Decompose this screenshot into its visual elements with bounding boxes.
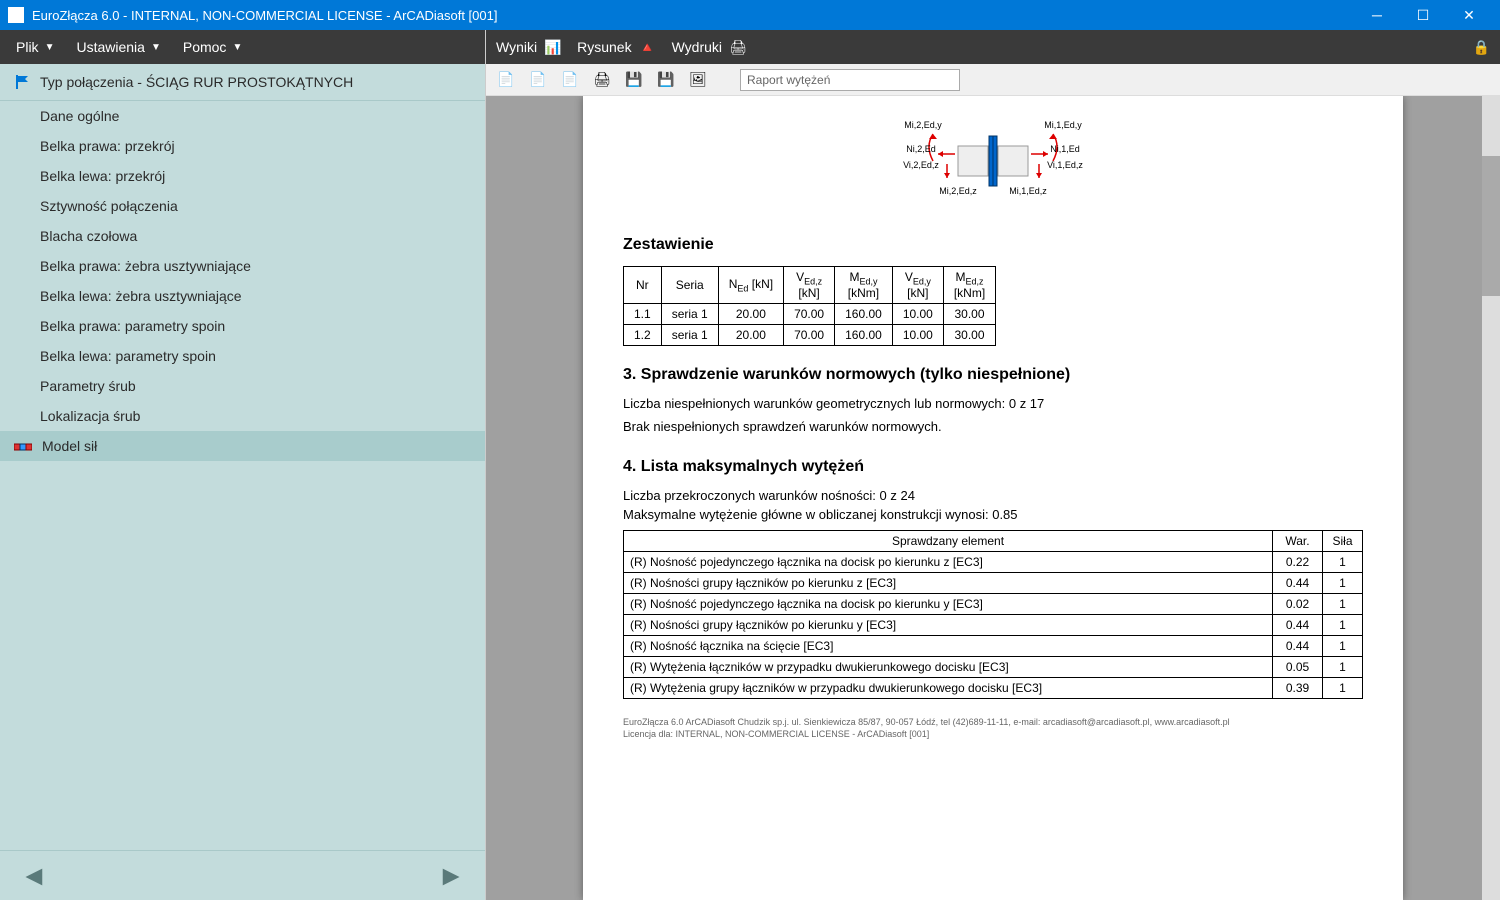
save-pdf-icon[interactable]: 💾 — [656, 70, 676, 90]
table-row: 1.2seria 120.0070.00160.0010.0030.00 — [624, 325, 996, 346]
svg-text:Mi,2,Ed,z: Mi,2,Ed,z — [939, 186, 977, 196]
document-viewport[interactable]: Mi,2,Ed,y Ni,2,Ed Vi,2,Ed,z Mi,2,Ed,z Mi… — [486, 96, 1500, 900]
table-row: (R) Nośności grupy łączników po kierunku… — [624, 615, 1363, 636]
table-row: (R) Nośności grupy łączników po kierunku… — [624, 573, 1363, 594]
sidebar-tree: Typ połączenia - ŚCIĄG RUR PROSTOKĄTNYCH… — [0, 64, 485, 850]
tree-item[interactable]: Belka prawa: przekrój — [0, 131, 485, 161]
table-row: (R) Nośność pojedynczego łącznika na doc… — [624, 594, 1363, 615]
page-footer: EuroZłącza 6.0 ArCADiasoft Chudzik sp.j.… — [623, 717, 1363, 740]
image-icon[interactable]: 🖼 — [688, 70, 708, 90]
wydruki-icon: 🖨 — [730, 39, 746, 55]
table-row: (R) Nośność pojedynczego łącznika na doc… — [624, 552, 1363, 573]
main-menu: Wyniki📊 Rysunek🔺 Wydruki🖨 🔒 — [486, 30, 1500, 64]
rysunek-icon: 🔺 — [640, 39, 656, 55]
menu-pomoc[interactable]: Pomoc▼ — [177, 39, 248, 55]
app-icon — [8, 7, 24, 23]
tree-header[interactable]: Typ połączenia - ŚCIĄG RUR PROSTOKĄTNYCH — [0, 64, 485, 101]
model-icon — [14, 440, 32, 452]
menu-wyniki[interactable]: Wyniki📊 — [496, 39, 561, 55]
tree-item[interactable]: Sztywność połączenia — [0, 191, 485, 221]
section4-title: 4. Lista maksymalnych wytężeń — [623, 458, 1363, 476]
new-doc-icon[interactable]: 📄 — [496, 70, 516, 90]
tree-item-selected[interactable]: Model sił — [0, 431, 485, 461]
tree-header-label: Typ połączenia - ŚCIĄG RUR PROSTOKĄTNYCH — [40, 74, 353, 90]
tree-item[interactable]: Dane ogólne — [0, 101, 485, 131]
tree-item[interactable]: Belka lewa: parametry spoin — [0, 341, 485, 371]
svg-text:Mi,1,Ed,y: Mi,1,Ed,y — [1044, 120, 1082, 130]
close-button[interactable]: ✕ — [1446, 0, 1492, 30]
lock-icon[interactable]: 🔒 — [1473, 39, 1490, 56]
sidebar-nav: ◄ ► — [0, 850, 485, 900]
sidebar: Plik▼ Ustawienia▼ Pomoc▼ Typ połączenia … — [0, 30, 486, 900]
menu-ustawienia[interactable]: Ustawienia▼ — [70, 39, 166, 55]
save-doc-icon[interactable]: 📄 — [560, 70, 580, 90]
svg-text:Vi,2,Ed,z: Vi,2,Ed,z — [903, 160, 939, 170]
print-icon[interactable]: 🖨 — [592, 70, 612, 90]
section3-title: 3. Sprawdzenie warunków normowych (tylko… — [623, 366, 1363, 384]
zestawienie-table: NrSeria NEd [kN] VEd,z[kN] MEd,y[kNm] VE… — [623, 266, 996, 346]
main-pane: Wyniki📊 Rysunek🔺 Wydruki🖨 🔒 📄 📄 📄 🖨 💾 💾 … — [486, 30, 1500, 900]
section4-line2: Maksymalne wytężenie główne w obliczanej… — [623, 507, 1363, 522]
flag-icon — [14, 74, 30, 90]
open-doc-icon[interactable]: 📄 — [528, 70, 548, 90]
section3-line2: Brak niespełnionych sprawdzeń warunków n… — [623, 419, 1363, 434]
svg-text:Mi,1,Ed,z: Mi,1,Ed,z — [1009, 186, 1047, 196]
tree-item[interactable]: Belka lewa: żebra usztywniające — [0, 281, 485, 311]
toolbar: 📄 📄 📄 🖨 💾 💾 🖼 — [486, 64, 1500, 96]
tree-item[interactable]: Belka prawa: żebra usztywniające — [0, 251, 485, 281]
wytezen-table: Sprawdzany elementWar.Siła (R) Nośność p… — [623, 530, 1363, 699]
table-row: 1.1seria 120.0070.00160.0010.0030.00 — [624, 304, 996, 325]
wyniki-icon: 📊 — [545, 39, 561, 55]
tree-item[interactable]: Parametry śrub — [0, 371, 485, 401]
window-title: EuroZłącza 6.0 - INTERNAL, NON-COMMERCIA… — [32, 8, 1354, 23]
document-page: Mi,2,Ed,y Ni,2,Ed Vi,2,Ed,z Mi,2,Ed,z Mi… — [583, 96, 1403, 900]
minimize-button[interactable]: ─ — [1354, 0, 1400, 30]
tree-item[interactable]: Blacha czołowa — [0, 221, 485, 251]
menu-rysunek[interactable]: Rysunek🔺 — [577, 39, 655, 55]
tree-item-label: Model sił — [42, 438, 97, 454]
svg-text:Ni,2,Ed: Ni,2,Ed — [906, 144, 936, 154]
sidebar-menu: Plik▼ Ustawienia▼ Pomoc▼ — [0, 30, 485, 64]
maximize-button[interactable]: ☐ — [1400, 0, 1446, 30]
table-row: (R) Wytężenia grupy łączników w przypadk… — [624, 678, 1363, 699]
nav-next-button[interactable]: ► — [437, 860, 465, 892]
menu-plik[interactable]: Plik▼ — [10, 39, 60, 55]
table-row: (R) Nośność łącznika na ścięcie [EC3]0.4… — [624, 636, 1363, 657]
zestawienie-title: Zestawienie — [623, 236, 1363, 254]
save-rtf-icon[interactable]: 💾 — [624, 70, 644, 90]
svg-text:Vi,1,Ed,z: Vi,1,Ed,z — [1047, 160, 1083, 170]
tree-item[interactable]: Belka lewa: przekrój — [0, 161, 485, 191]
titlebar: EuroZłącza 6.0 - INTERNAL, NON-COMMERCIA… — [0, 0, 1500, 30]
force-diagram: Mi,2,Ed,y Ni,2,Ed Vi,2,Ed,z Mi,2,Ed,z Mi… — [623, 116, 1363, 206]
search-input[interactable] — [740, 69, 960, 91]
table-row: (R) Wytężenia łączników w przypadku dwuk… — [624, 657, 1363, 678]
section3-line1: Liczba niespełnionych warunków geometryc… — [623, 396, 1363, 411]
menu-wydruki[interactable]: Wydruki🖨 — [672, 39, 746, 55]
tree-item[interactable]: Belka prawa: parametry spoin — [0, 311, 485, 341]
scrollbar[interactable] — [1482, 96, 1500, 900]
section4-line1: Liczba przekroczonych warunków nośności:… — [623, 488, 1363, 503]
svg-text:Mi,2,Ed,y: Mi,2,Ed,y — [904, 120, 942, 130]
tree-item[interactable]: Lokalizacja śrub — [0, 401, 485, 431]
svg-text:Ni,1,Ed: Ni,1,Ed — [1050, 144, 1080, 154]
nav-prev-button[interactable]: ◄ — [20, 860, 48, 892]
